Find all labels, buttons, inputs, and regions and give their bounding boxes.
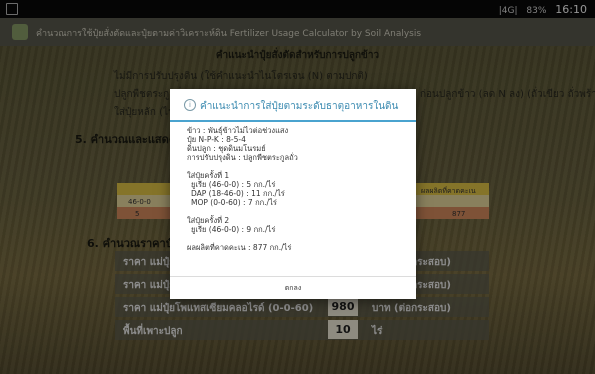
- ok-button[interactable]: ตกลง: [170, 279, 416, 297]
- dialog-title-divider: [170, 120, 416, 122]
- dialog-body: ข้าว : พันธุ์ข้าวไม่ไวต่อช่วงแสง ปุ๋ย N-…: [187, 126, 407, 252]
- info-rice-variety: ข้าว : พันธุ์ข้าวไม่ไวต่อช่วงแสง: [187, 126, 289, 135]
- expected-yield: ผลผลิตที่คาดคะเน : 877 กก./ไร่: [187, 243, 292, 252]
- info-soil-improvement: การปรับปรุงดิน : ปลูกพืชตระกูลถั่ว: [187, 153, 298, 162]
- recommendation-dialog: i คำแนะนำการใส่ปุ๋ยตามระดับธาตุอาหารในดิ…: [170, 89, 416, 299]
- first-application-item: MOP (0-0-60) : 7 กก./ไร่: [191, 198, 277, 207]
- info-npk: ปุ๋ย N-P-K : 8-5-4: [187, 135, 246, 144]
- info-icon: i: [184, 99, 196, 111]
- dialog-footer-divider: [170, 276, 416, 277]
- info-soil: ดินปลูก : ชุดดินมโนรมย์: [187, 144, 266, 153]
- first-application-item: ยูเรีย (46-0-0) : 5 กก./ไร่: [191, 180, 276, 189]
- second-application-heading: ใส่ปุ๋ยครั้งที่ 2: [187, 216, 230, 225]
- first-application-item: DAP (18-46-0) : 11 กก./ไร่: [191, 189, 285, 198]
- second-application-item: ยูเรีย (46-0-0) : 9 กก./ไร่: [191, 225, 276, 234]
- first-application-heading: ใส่ปุ๋ยครั้งที่ 1: [187, 171, 230, 180]
- dialog-title: คำแนะนำการใส่ปุ๋ยตามระดับธาตุอาหารในดิน: [200, 101, 399, 112]
- dialog-header: i คำแนะนำการใส่ปุ๋ยตามระดับธาตุอาหารในดิ…: [170, 89, 416, 122]
